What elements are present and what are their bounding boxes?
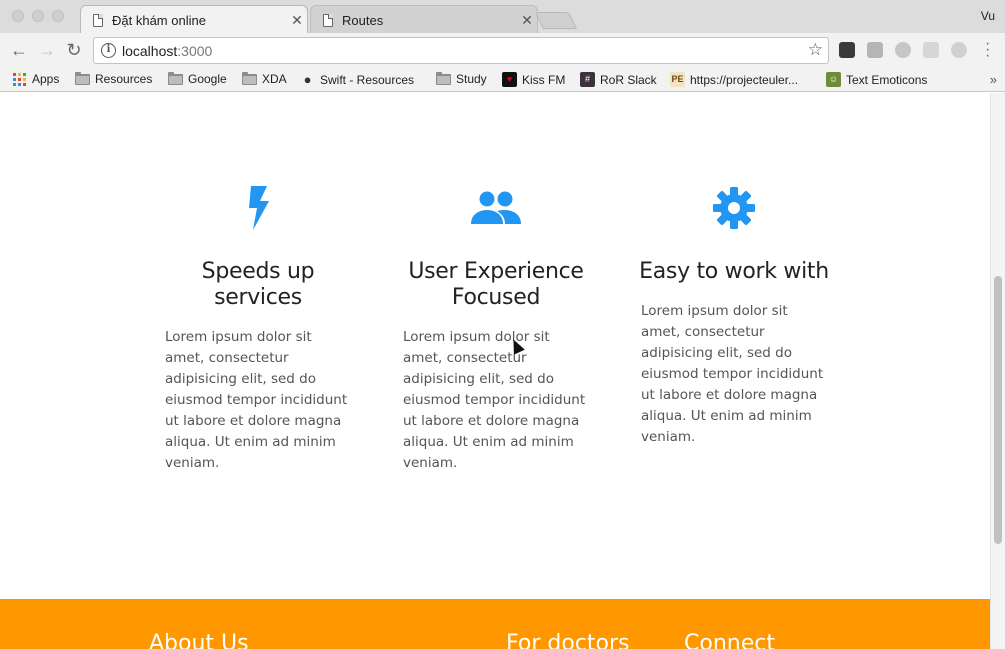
reload-icon[interactable]: ↻ [63,39,85,61]
kiss-fm-icon: ♥ [502,72,517,87]
maximize-window-button[interactable] [52,10,64,22]
bookmark-xda[interactable]: XDA [242,71,287,86]
new-tab-button[interactable] [535,12,577,29]
project-euler-icon: PE [670,72,685,87]
bookmark-swift-resources[interactable]: ● Swift - Resources [300,72,414,87]
bookmark-projecteuler[interactable]: PE https://projecteuler... [670,72,798,87]
emoticon-icon: ☺ [826,72,841,87]
page-viewport: Speeds up services Lorem ipsum dolor sit … [0,93,990,649]
users-group-icon [396,185,596,231]
close-tab-icon[interactable]: ✕ [287,12,307,29]
feature-user-experience: User Experience Focused Lorem ipsum dolor… [396,93,596,474]
url-text[interactable]: localhost:3000 [122,43,212,59]
menu-kebab-icon[interactable]: · · · [985,36,990,64]
footer-doctors-heading: For doctors [506,631,630,649]
slack-icon: # [580,72,595,87]
extension-icon[interactable] [867,42,883,58]
close-tab-icon[interactable]: ✕ [517,12,537,29]
extension-ci-icon[interactable] [839,42,855,58]
bookmark-resources[interactable]: Resources [75,71,152,86]
feature-title: User Experience Focused [408,259,584,310]
extension-lightbulb-icon[interactable] [895,42,911,58]
extension-cube-icon[interactable] [923,42,939,58]
info-icon[interactable]: i [101,43,116,58]
minimize-window-button[interactable] [32,10,44,22]
apple-icon: ● [303,72,312,87]
page-icon [93,13,103,27]
page-scrollbar[interactable] [990,93,1005,649]
bookmark-study[interactable]: Study [436,71,487,86]
footer-connect-heading: Connect [684,631,775,649]
address-bar[interactable]: i localhost:3000 ☆ [93,37,829,64]
feature-description: Lorem ipsum dolor sit amet, consectetur … [641,303,824,445]
tab-dat-kham-online[interactable]: Đặt khám online ✕ [80,5,308,34]
folder-icon [75,71,90,85]
feature-title: Speeds up services [201,259,315,310]
folder-icon [242,71,257,85]
bookmark-google[interactable]: Google [168,71,227,86]
gear-icon [634,185,834,231]
tab-label: Đặt khám online [112,12,206,28]
tab-label: Routes [342,12,384,28]
feature-title: Easy to work with [639,259,829,284]
footer-about-heading: About Us [149,631,249,649]
bookmarks-bar: Apps Resources Google XDA ● Swift - Reso… [0,68,1005,92]
feature-speed: Speeds up services Lorem ipsum dolor sit … [158,93,358,474]
feature-description: Lorem ipsum dolor sit amet, consectetur … [165,329,348,471]
feature-description: Lorem ipsum dolor sit amet, consectetur … [403,329,586,471]
folder-icon [436,71,451,85]
site-footer: About Us For doctors Connect [0,599,990,649]
page-icon [323,13,333,27]
tab-routes[interactable]: Routes ✕ [310,5,538,34]
apps-grid-icon [13,72,26,86]
bookmark-ror-slack[interactable]: # RoR Slack [580,72,657,87]
bookmark-kiss-fm[interactable]: ♥ Kiss FM [502,72,565,87]
lightning-bolt-icon [158,185,358,231]
bookmark-text-emoticons[interactable]: ☺ Text Emoticons [826,72,927,87]
forward-arrow-icon[interactable]: → [36,39,58,61]
profile-name[interactable]: Vu [981,9,995,23]
back-arrow-icon[interactable]: ← [8,39,30,61]
browser-toolbar: ← → ↻ i localhost:3000 ☆ · · · [0,33,1005,68]
bookmark-apps[interactable]: Apps [13,72,59,86]
folder-icon [168,71,183,85]
extension-disabled-icon[interactable] [951,42,967,58]
tab-strip: Đặt khám online ✕ Routes ✕ Vu [0,0,1005,34]
more-bookmarks-chevron-icon[interactable]: » [990,72,997,87]
feature-easy-to-work: Easy to work with Lorem ipsum dolor sit … [634,93,834,448]
bookmark-star-icon[interactable]: ☆ [808,40,823,60]
scrollbar-thumb[interactable] [994,276,1002,544]
close-window-button[interactable] [12,10,24,22]
